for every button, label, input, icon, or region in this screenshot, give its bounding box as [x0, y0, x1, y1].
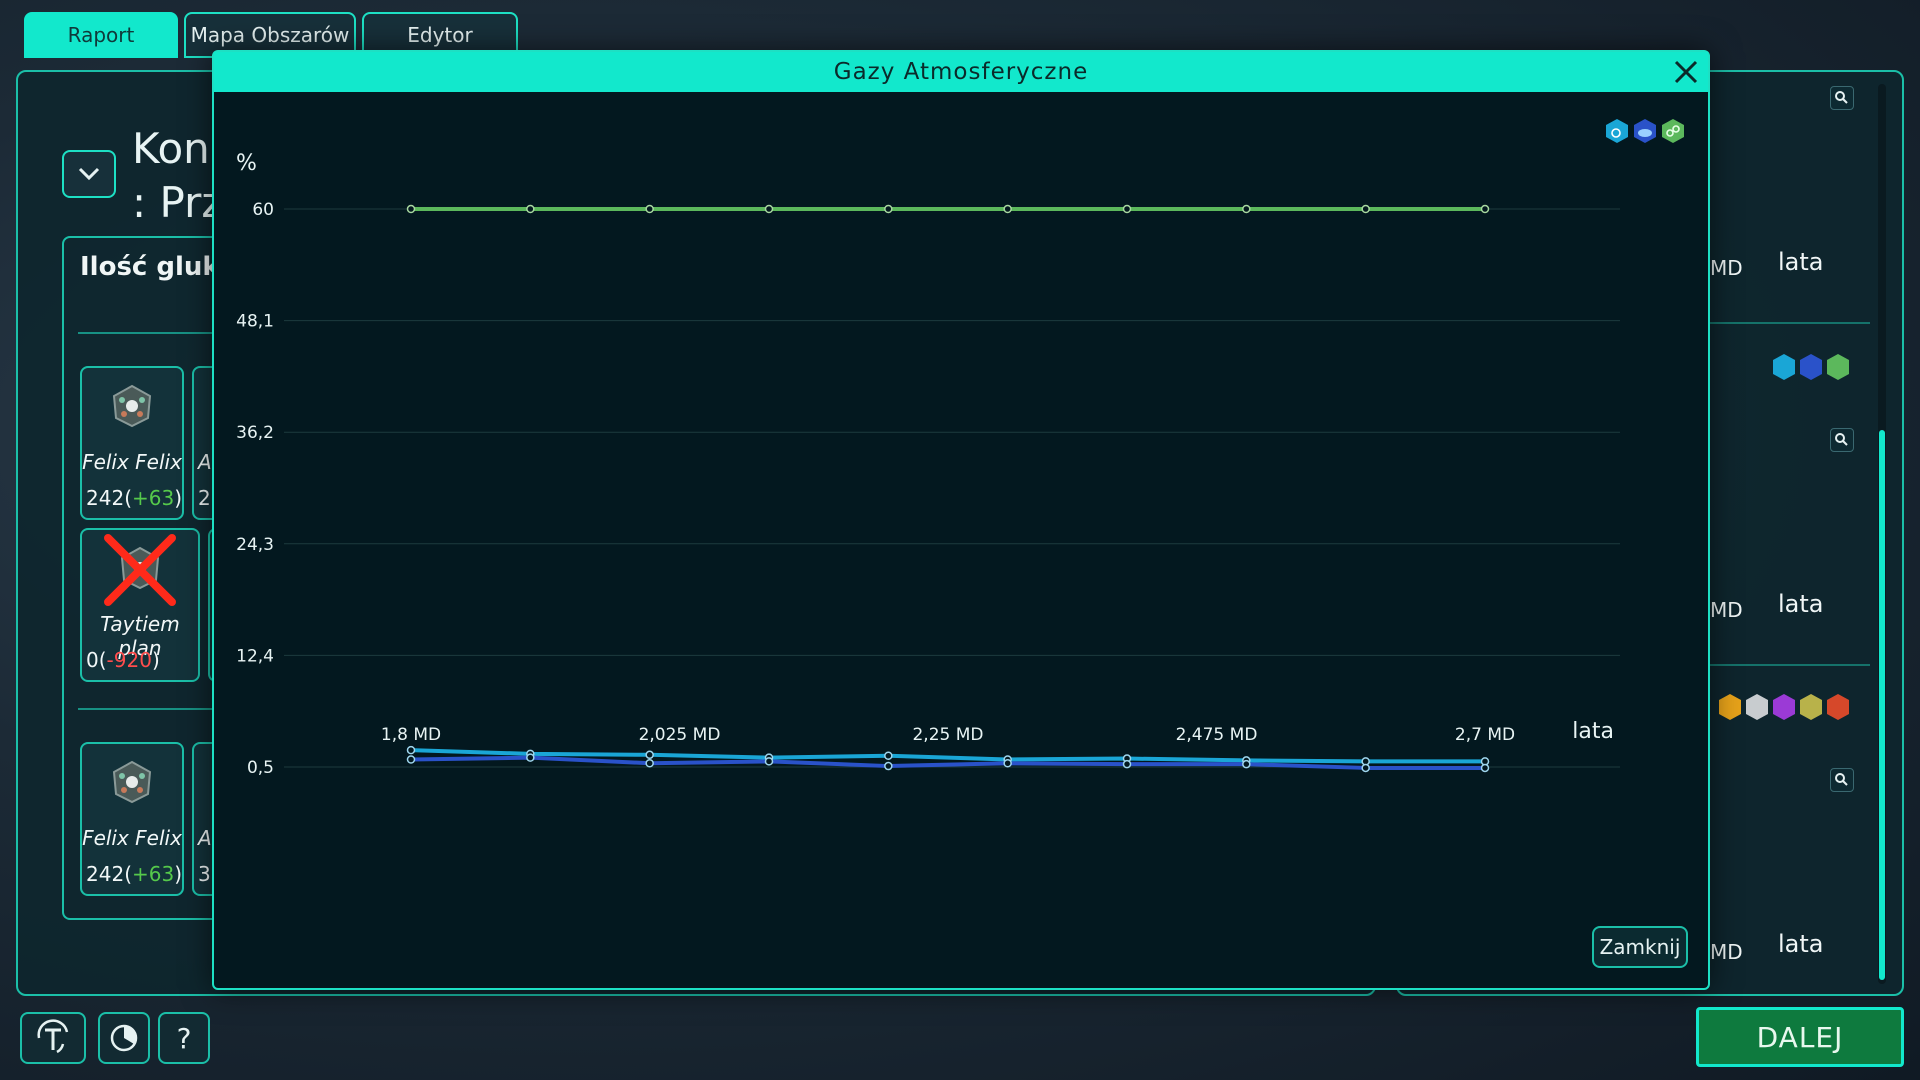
species-card[interactable]: Felix Felix 242(+63) — [80, 742, 184, 896]
y-tick-label: 12,4 — [236, 646, 274, 666]
collapse-button[interactable] — [62, 150, 116, 198]
x-tick-label: 2,25 MD — [912, 725, 983, 745]
data-point — [884, 751, 893, 760]
data-point — [645, 204, 654, 214]
axis-unit-label: lata — [1778, 590, 1824, 618]
zoom-button[interactable] — [1830, 428, 1854, 452]
data-point — [1480, 763, 1490, 773]
data-point — [526, 204, 535, 214]
data-point — [406, 204, 416, 214]
divider — [78, 332, 228, 334]
species-card[interactable]: Taytiem plan 0(-920) — [80, 528, 200, 682]
species-card[interactable]: Felix Felix 242(+63) — [80, 366, 184, 520]
data-point — [645, 750, 654, 760]
help-button[interactable]: ? — [158, 1012, 210, 1064]
axis-tick-label: MD — [1710, 598, 1743, 622]
close-button-label: Zamknij — [1599, 935, 1681, 959]
divider — [78, 708, 228, 710]
zoom-button[interactable] — [1830, 768, 1854, 792]
y-tick-label: 24,3 — [236, 535, 274, 555]
creature-icon — [112, 384, 152, 428]
axis-tick-label: MD — [1710, 256, 1743, 280]
y-axis-label: % — [236, 151, 257, 176]
next-button[interactable]: DALEJ — [1696, 1007, 1904, 1067]
gas-chart-modal: Gazy Atmosferyczne % 0,5 12,4 24,3 36,2 48,1 6… — [212, 50, 1710, 990]
tools-button[interactable] — [20, 1012, 86, 1064]
close-button[interactable]: Zamknij — [1592, 926, 1688, 968]
y-tick-label: 36,2 — [236, 423, 274, 443]
species-count: 3 — [198, 862, 211, 886]
x-axis-label: lata — [1572, 719, 1614, 744]
help-icon: ? — [176, 1021, 192, 1055]
y-tick-label: 60 — [252, 200, 274, 220]
species-name: A — [198, 450, 212, 474]
magnifier-icon — [1835, 433, 1848, 446]
tab-raport[interactable]: Raport — [24, 12, 178, 58]
species-name: Felix Felix — [82, 450, 182, 474]
tab-label: Edytor — [407, 23, 473, 47]
data-point — [1122, 759, 1132, 769]
magnifier-icon — [1835, 91, 1848, 104]
axis-unit-label: lata — [1778, 930, 1824, 958]
next-button-label: DALEJ — [1756, 1020, 1844, 1054]
divider — [1710, 322, 1870, 324]
data-point — [406, 755, 416, 764]
tools-icon — [37, 1019, 69, 1054]
gas-legend-icons — [1773, 354, 1849, 380]
data-point — [764, 757, 774, 766]
data-point — [1242, 204, 1251, 214]
data-point — [1242, 759, 1251, 769]
species-count: 242(+63) — [86, 486, 183, 510]
creature-icon — [112, 760, 152, 804]
divider — [1710, 664, 1870, 666]
pie-chart-icon — [110, 1024, 138, 1052]
data-point — [1480, 204, 1490, 214]
data-point — [884, 204, 893, 214]
species-count: 242(+63) — [86, 862, 183, 886]
modal-header: Gazy Atmosferyczne — [214, 52, 1708, 92]
close-icon[interactable] — [1670, 56, 1702, 88]
data-point — [406, 745, 416, 755]
zoom-button[interactable] — [1830, 86, 1854, 110]
y-tick-label: 0,5 — [247, 758, 274, 778]
data-point — [1361, 763, 1370, 773]
species-count: 2 — [198, 486, 211, 510]
chevron-down-icon — [78, 167, 100, 181]
axis-unit-label: lata — [1778, 248, 1824, 276]
magnifier-icon — [1835, 773, 1848, 786]
x-tick-label: 2,025 MD — [639, 725, 721, 745]
x-tick-label: 2,475 MD — [1176, 725, 1258, 745]
modal-title: Gazy Atmosferyczne — [833, 59, 1089, 85]
data-point — [645, 758, 654, 768]
extinct-cross-icon — [104, 534, 176, 606]
axis-tick-label: MD — [1710, 940, 1743, 964]
data-point — [1003, 204, 1012, 214]
data-point — [1003, 758, 1012, 768]
data-point — [884, 761, 893, 771]
gas-line-chart: % 0,5 12,4 24,3 36,2 48,1 60 1,8 MD 2,025 MD 2,25… — [236, 151, 1620, 778]
species-name: A — [198, 826, 212, 850]
species-count: 0(-920) — [86, 648, 160, 672]
tab-label: Mapa Obszarów — [190, 23, 350, 47]
x-tick-label: 2,7 MD — [1455, 725, 1515, 745]
scrollbar-thumb[interactable] — [1879, 430, 1885, 980]
species-name: Felix Felix — [82, 826, 182, 850]
data-point — [1122, 204, 1132, 214]
y-tick-label: 48,1 — [236, 312, 274, 332]
data-point — [526, 753, 535, 762]
stats-button[interactable] — [98, 1012, 150, 1064]
data-point — [764, 204, 774, 214]
x-tick-label: 1,8 MD — [381, 725, 441, 745]
mineral-legend-icons — [1719, 694, 1849, 720]
data-point — [1361, 204, 1370, 214]
tab-label: Raport — [67, 23, 135, 47]
